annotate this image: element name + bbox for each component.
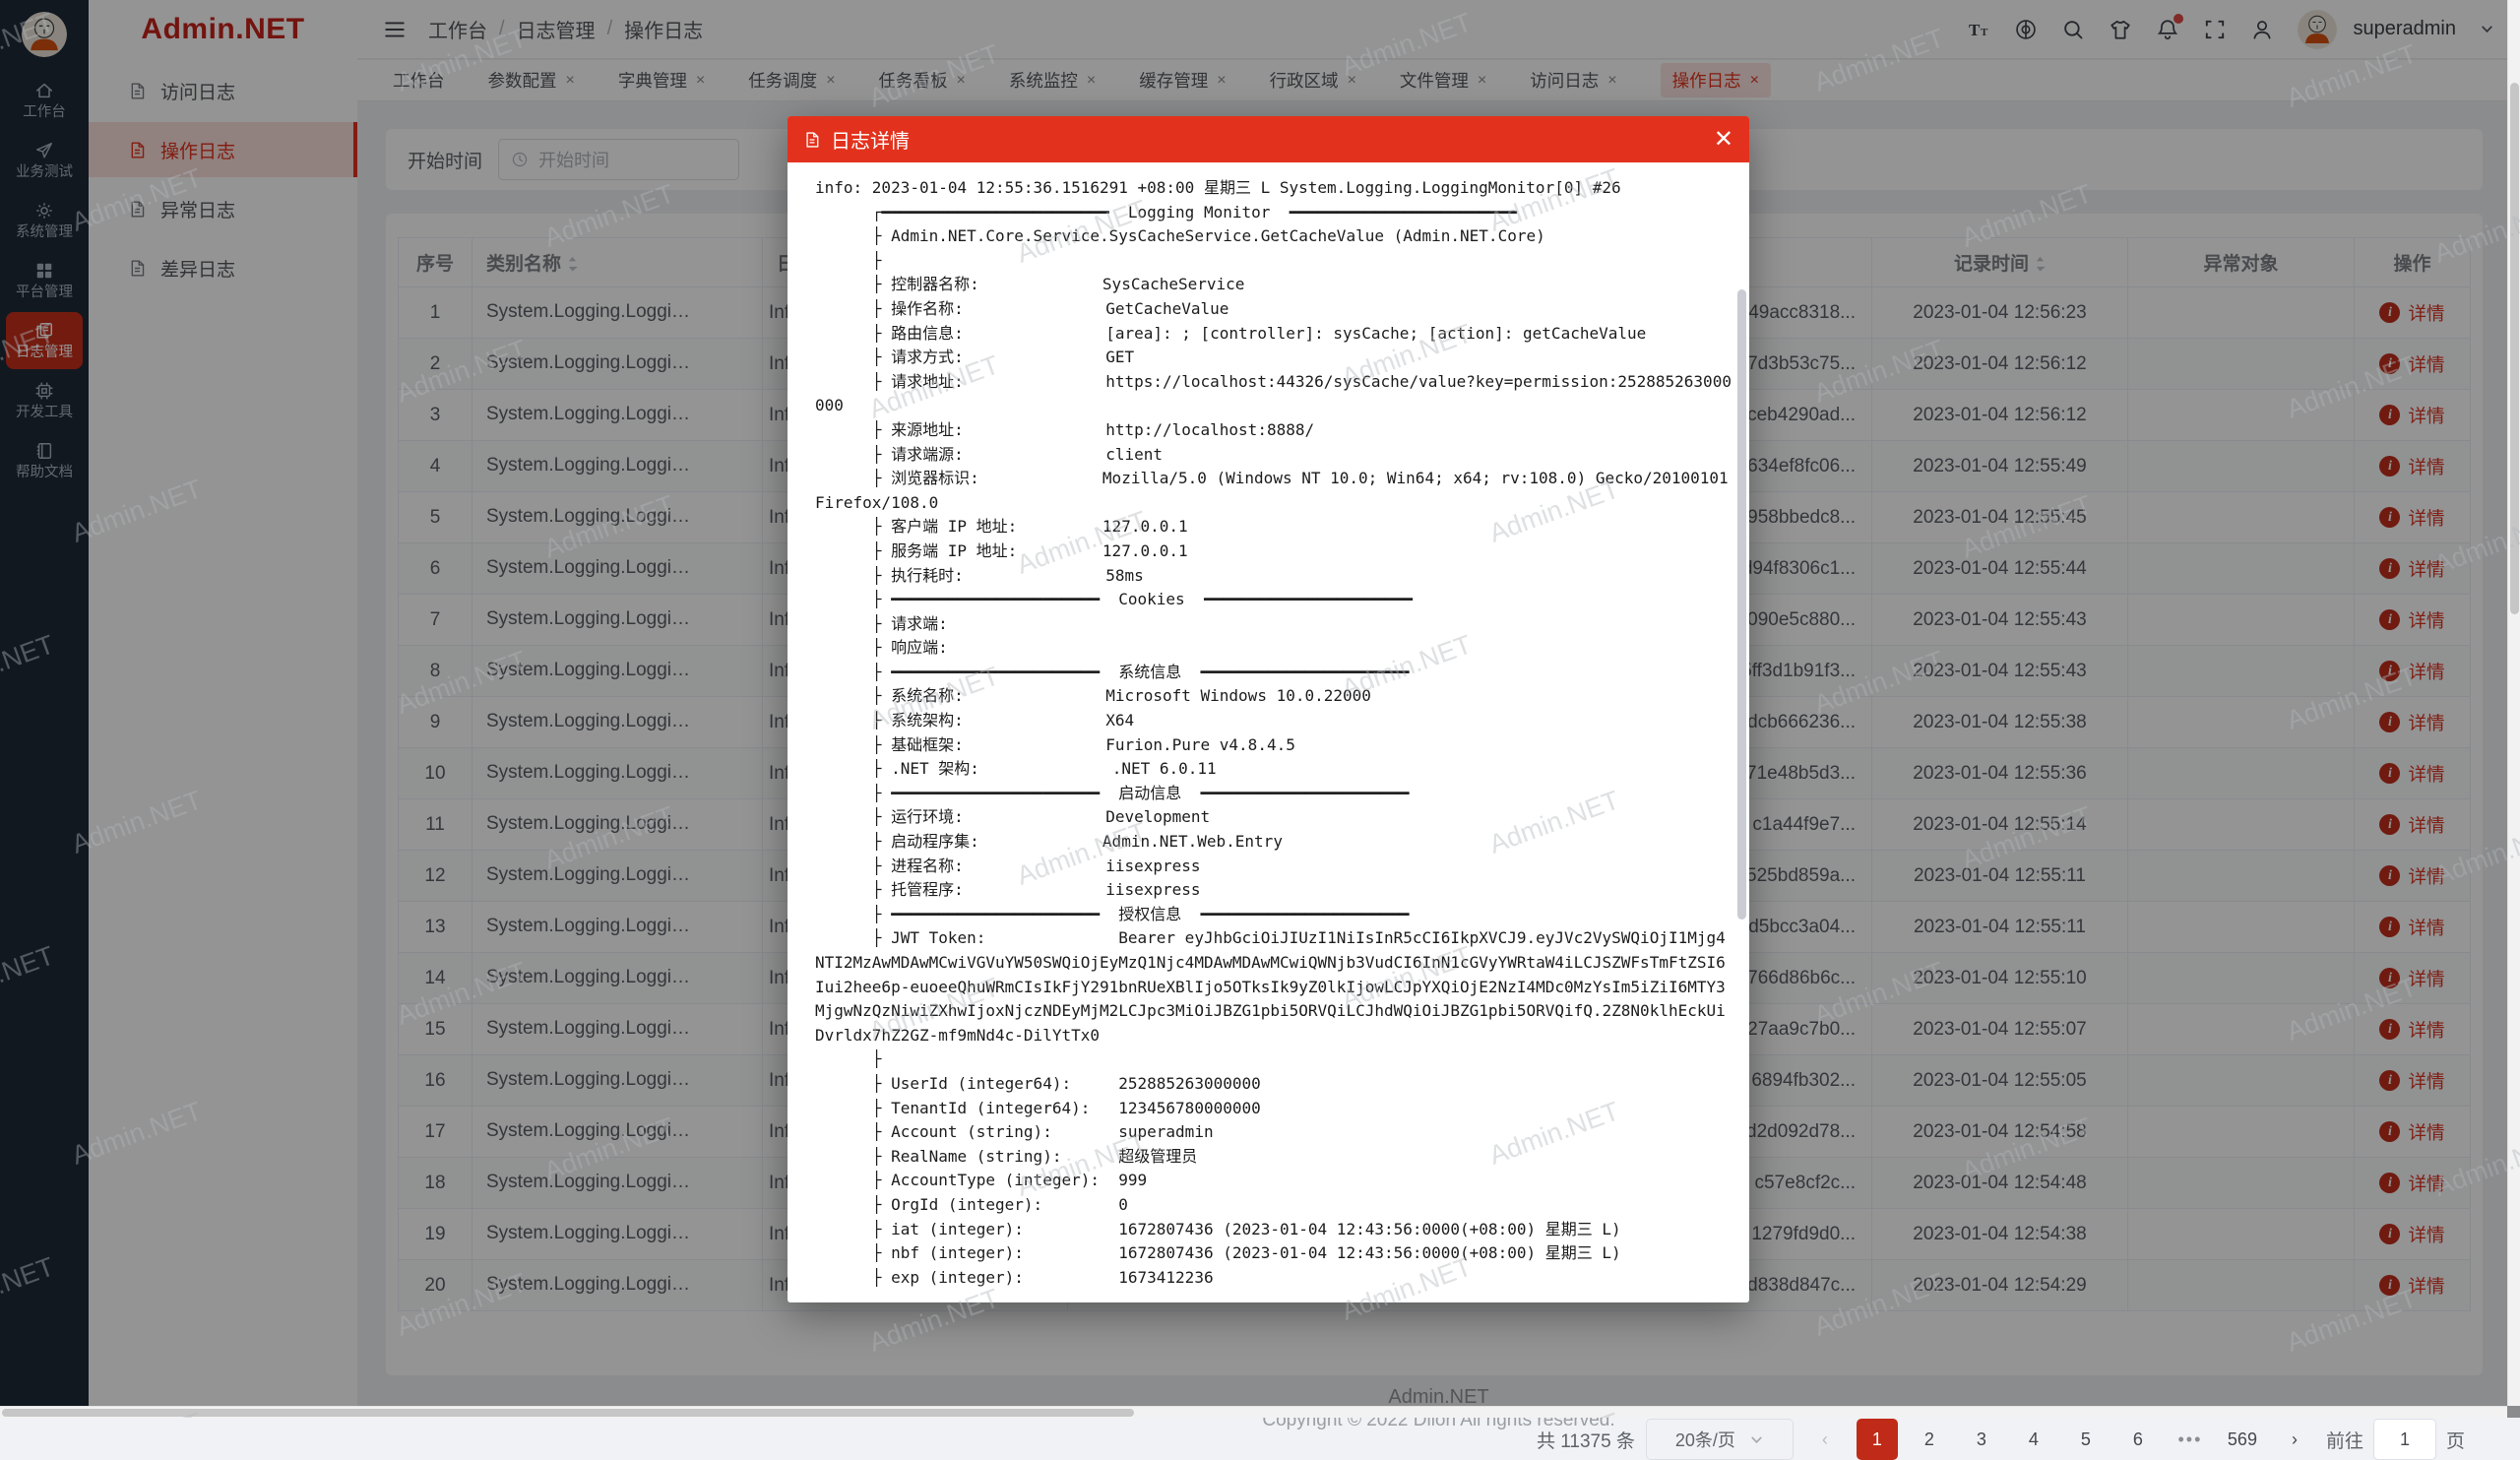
chevron-down-icon [1749,1432,1764,1447]
log-detail-text: info: 2023-01-04 12:55:36.1516291 +08:00… [815,176,1732,1290]
dialog-title: 日志详情 [831,125,910,154]
log-detail-dialog: 日志详情 ✕ info: 2023-01-04 12:55:36.1516291… [788,116,1749,1302]
page-vertical-scrollbar[interactable] [2507,0,2520,1406]
dialog-scrollbar-thumb[interactable] [1737,289,1746,920]
page-vertical-scrollbar-thumb[interactable] [2510,83,2519,614]
page-horizontal-scrollbar-thumb[interactable] [2,1409,1134,1417]
dialog-header: 日志详情 ✕ [788,116,1749,162]
document-icon [803,131,821,149]
dialog-body: info: 2023-01-04 12:55:36.1516291 +08:00… [788,162,1733,1302]
page-horizontal-scrollbar[interactable] [0,1406,2507,1418]
dialog-scrollbar[interactable] [1737,171,1746,1295]
close-icon[interactable]: ✕ [1714,128,1733,152]
